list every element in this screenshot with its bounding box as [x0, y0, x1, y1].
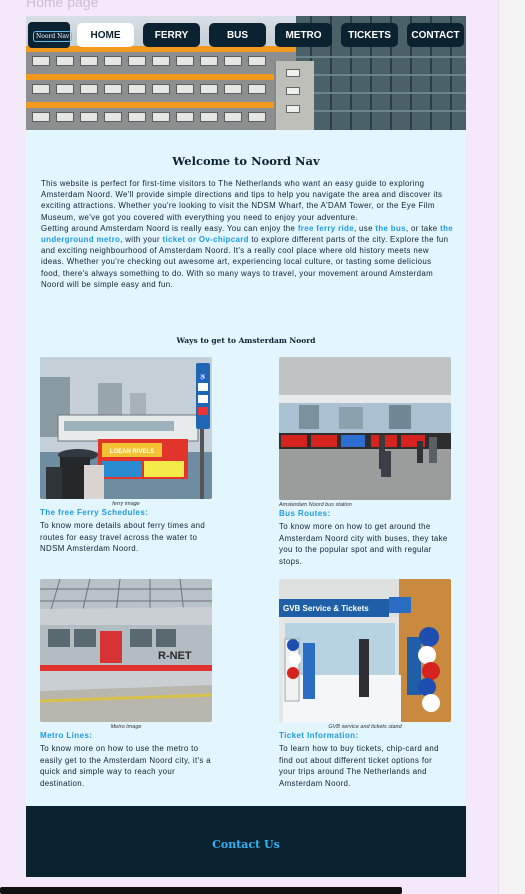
intro-paragraph-1: This website is perfect for first-time v… [41, 179, 443, 222]
site-logo[interactable]: Noord Nav [28, 22, 73, 48]
bus-card-text: To know more on how to get around the Am… [279, 522, 448, 566]
nav-ferry-button[interactable]: FERRY [143, 23, 200, 47]
bus-link[interactable]: the bus [375, 224, 406, 233]
hero-white-building [274, 61, 314, 130]
intro-text: This website is perfect for first-time v… [41, 178, 453, 290]
logo-text: Noord Nav [33, 31, 73, 42]
hero-orange-building [26, 46, 296, 130]
metro-card-title[interactable]: Metro Lines: [40, 731, 212, 740]
nav-home-button[interactable]: HOME [77, 23, 134, 47]
nav-bus-button[interactable]: BUS [209, 23, 266, 47]
nav-metro-button[interactable]: METRO [275, 23, 332, 47]
ferry-card: LOEAN RIVELS ♿ ferry image The free Ferr… [40, 357, 212, 555]
tickets-card-text: To learn how to buy tickets, chip-card a… [279, 744, 439, 788]
svg-text:R-NET: R-NET [158, 650, 192, 662]
nav-contact-button[interactable]: CONTACT [407, 23, 464, 47]
site-footer: Contact Us [26, 806, 466, 877]
bus-card-title[interactable]: Bus Routes: [279, 509, 451, 518]
metro-caption: Metro Image [110, 724, 142, 730]
ferry-caption: ferry image [112, 501, 140, 507]
ferry-card-text: To know more details about ferry times a… [40, 521, 206, 553]
site-frame: Noord Nav HOME FERRY BUS METRO TICKETS C… [26, 16, 466, 877]
nav-tickets-button[interactable]: TICKETS [341, 23, 398, 47]
bus-station-image[interactable] [279, 357, 451, 500]
intro-paragraph-2: Getting around Amsterdam Noord is really… [41, 223, 453, 289]
horizontal-scrollbar[interactable] [0, 887, 402, 894]
metro-card: R-NET Metro Image Metro Lines: To know m… [40, 579, 212, 789]
bus-card: Amsterdam Noord bus station Bus Routes: … [279, 357, 451, 567]
ways-heading: Ways to get to Amsterdam Noord [176, 336, 316, 345]
welcome-heading: Welcome to Noord Nav [172, 154, 320, 168]
tickets-card: GVB Service & Tickets GVB service and ti… [279, 579, 451, 789]
free-ferry-link[interactable]: free ferry ride [298, 224, 354, 233]
svg-text:LOEAN RIVELS: LOEAN RIVELS [110, 449, 154, 455]
page-title: Home page [26, 0, 99, 10]
hero-banner: Noord Nav HOME FERRY BUS METRO TICKETS C… [26, 16, 466, 130]
svg-text:GVB Service & Tickets: GVB Service & Tickets [283, 604, 369, 613]
main-nav: Noord Nav HOME FERRY BUS METRO TICKETS C… [26, 21, 466, 48]
metro-image[interactable]: R-NET [40, 579, 212, 722]
ferry-image[interactable]: LOEAN RIVELS ♿ [40, 357, 212, 499]
contact-us-heading[interactable]: Contact Us [26, 838, 466, 851]
gvb-ticket-stand-image[interactable]: GVB Service & Tickets [279, 579, 451, 722]
scrollbar-track[interactable] [498, 0, 525, 894]
ferry-card-title[interactable]: The free Ferry Schedules: [40, 508, 212, 517]
bus-caption: Amsterdam Noord bus station [279, 502, 352, 508]
ticket-link[interactable]: ticket or Ov-chipcard [163, 235, 249, 244]
tickets-card-title[interactable]: Ticket Information: [279, 731, 451, 740]
metro-card-text: To know more on how to use the metro to … [40, 744, 211, 788]
svg-text:♿: ♿ [199, 373, 207, 381]
tickets-caption: GVB service and tickets stand [328, 724, 402, 730]
